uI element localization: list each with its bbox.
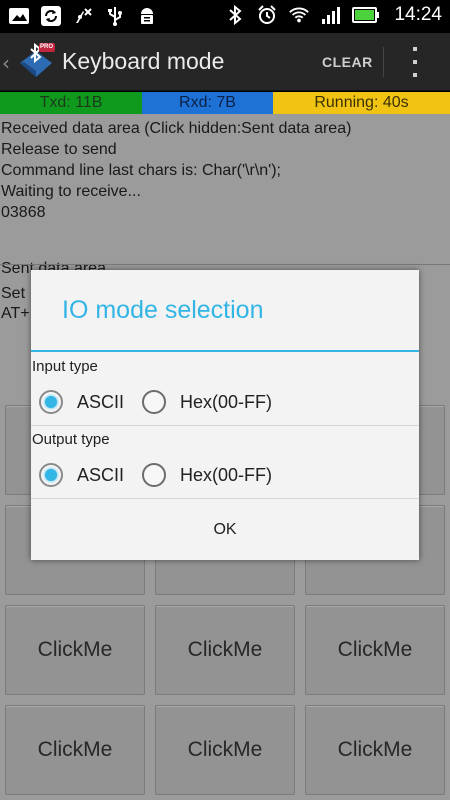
txd-counter: Txd: 11B [0,92,142,114]
output-hex-radio[interactable] [142,463,167,487]
sync-icon [40,5,62,27]
back-chevron-icon[interactable]: ‹ [2,51,10,75]
clear-button[interactable]: CLEAR [322,54,373,70]
status-time: 14:24 [394,4,442,25]
ok-button[interactable]: OK [31,499,419,560]
output-hex-label[interactable]: Hex(00-FF) [180,465,272,486]
area-divider [0,264,450,265]
running-counter: Running: 40s [273,92,450,114]
clickme-button[interactable]: ClickMe [155,705,295,795]
image-icon [8,5,30,27]
clickme-button[interactable]: ClickMe [5,605,145,695]
io-mode-dialog: IO mode selection Input type ASCII Hex(0… [31,270,419,560]
android-debug-icon [136,5,158,27]
status-right-icons: 14:24 [224,4,442,26]
output-ascii-label[interactable]: ASCII [77,465,124,486]
clickme-button[interactable]: ClickMe [155,605,295,695]
output-ascii-radio[interactable] [39,463,63,487]
clickme-button[interactable]: ClickMe [5,705,145,795]
action-bar-separator [383,47,384,77]
bluetooth-icon [224,4,246,26]
input-type-label: Input type [32,358,98,375]
no-signal-icon [72,5,94,27]
usb-icon [104,5,126,27]
alarm-icon [256,4,278,26]
sent-line: AT+ [1,305,30,322]
received-line: Waiting to receive... [1,183,141,200]
received-data-area[interactable]: Received data area (Click hidden:Sent da… [0,118,450,223]
clickme-button[interactable]: ClickMe [305,705,445,795]
action-bar: ‹ PRO Keyboard mode CLEAR [0,33,450,91]
input-type-options: ASCII Hex(00-FF) [39,390,290,414]
output-type-label: Output type [32,431,110,448]
received-line: Command line last chars is: Char('\r\n')… [1,162,281,179]
rxd-counter: Rxd: 7B [142,92,273,114]
output-type-options: ASCII Hex(00-FF) [39,463,290,487]
wifi-icon [288,4,310,26]
pro-badge: PRO [40,44,54,50]
counter-bar: Txd: 11B Rxd: 7B Running: 40s [0,92,450,114]
received-line: Release to send [1,141,117,158]
dialog-title-divider [31,350,419,352]
sent-line: Set [1,285,26,302]
dialog-divider [31,425,419,426]
received-line: 03868 [1,204,46,221]
input-hex-radio[interactable] [142,390,167,414]
dialog-title: IO mode selection [62,296,264,324]
input-ascii-radio[interactable] [39,390,63,414]
battery-icon [352,4,380,26]
received-area-header: Received data area (Click hidden:Sent da… [1,120,352,137]
input-ascii-label[interactable]: ASCII [77,392,124,413]
app-logo[interactable]: PRO [16,41,56,81]
input-hex-label[interactable]: Hex(00-FF) [180,392,272,413]
status-left-icons [8,5,158,27]
status-bar: 14:24 [0,0,450,33]
overflow-menu-icon[interactable] [405,47,425,77]
page-title: Keyboard mode [62,48,225,74]
clickme-button[interactable]: ClickMe [305,605,445,695]
cell-signal-icon [320,4,342,26]
